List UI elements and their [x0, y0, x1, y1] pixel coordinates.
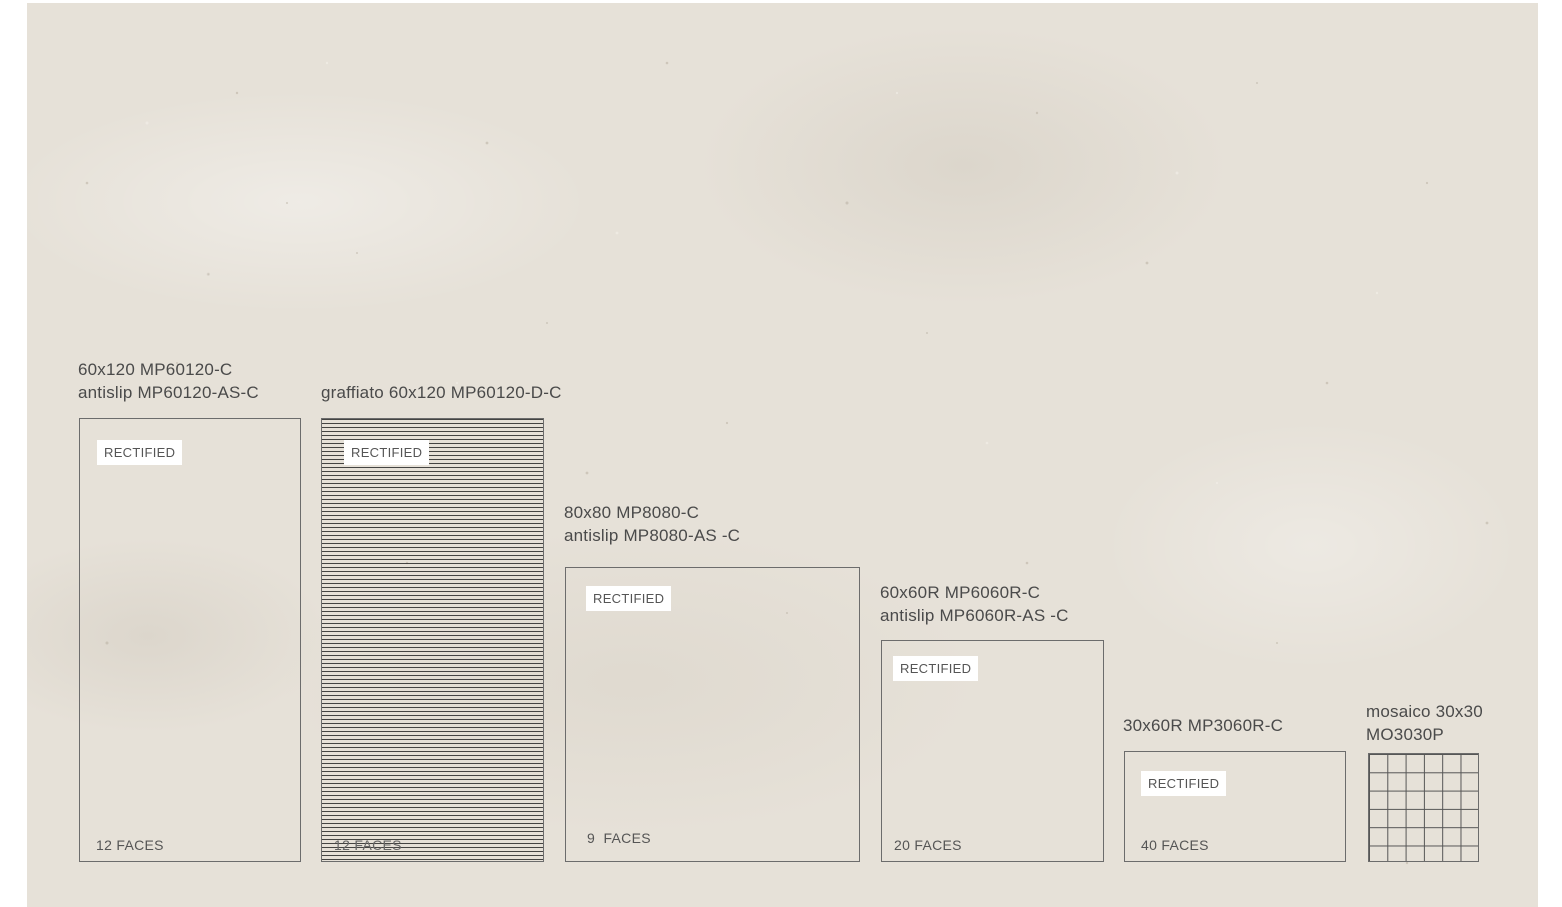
- tile-size-code: 60x120 MP60120-C: [78, 360, 233, 379]
- tile-label-30x60r: 30x60R MP3060R-C: [1123, 714, 1283, 737]
- tile-graffiato-60x120: RECTIFIED 12 FACES: [321, 418, 544, 862]
- tile-30x60r: RECTIFIED 40 FACES: [1124, 751, 1346, 862]
- tile-mosaico-30x30: [1368, 753, 1479, 862]
- faces-count: 20 FACES: [894, 837, 962, 853]
- tile-size-code: mosaico 30x30: [1366, 702, 1483, 721]
- tile-label-graffiato: graffiato 60x120 MP60120-D-C: [321, 381, 562, 404]
- faces-count: 12 FACES: [96, 837, 164, 853]
- rectified-badge: RECTIFIED: [893, 656, 979, 681]
- tile-label-mosaico: mosaico 30x30 MO3030P: [1366, 700, 1483, 746]
- tile-size-code: 60x60R MP6060R-C: [880, 583, 1041, 602]
- faces-count: 9 FACES: [587, 830, 651, 846]
- tile-size-code: graffiato 60x120 MP60120-D-C: [321, 383, 562, 402]
- tile-product-code: MO3030P: [1366, 725, 1444, 744]
- tile-antislip-code: antislip MP8080-AS -C: [564, 526, 741, 545]
- rectified-badge: RECTIFIED: [1141, 771, 1227, 796]
- tile-label-60x120: 60x120 MP60120-C antislip MP60120-AS-C: [78, 358, 259, 404]
- rectified-badge: RECTIFIED: [344, 440, 430, 465]
- tile-size-code: 80x80 MP8080-C: [564, 503, 700, 522]
- faces-count: 40 FACES: [1141, 837, 1209, 853]
- tile-antislip-code: antislip MP6060R-AS -C: [880, 606, 1069, 625]
- faces-count: 12 FACES: [334, 837, 402, 853]
- tile-antislip-code: antislip MP60120-AS-C: [78, 383, 259, 402]
- tile-label-60x60r: 60x60R MP6060R-C antislip MP6060R-AS -C: [880, 581, 1069, 627]
- rectified-badge: RECTIFIED: [586, 586, 672, 611]
- tile-size-code: 30x60R MP3060R-C: [1123, 716, 1284, 735]
- rectified-badge: RECTIFIED: [97, 440, 183, 465]
- tile-80x80: RECTIFIED 9 FACES: [565, 567, 860, 862]
- tile-60x120: RECTIFIED 12 FACES: [79, 418, 301, 862]
- tile-60x60r: RECTIFIED 20 FACES: [881, 640, 1104, 862]
- tile-label-80x80: 80x80 MP8080-C antislip MP8080-AS -C: [564, 501, 740, 547]
